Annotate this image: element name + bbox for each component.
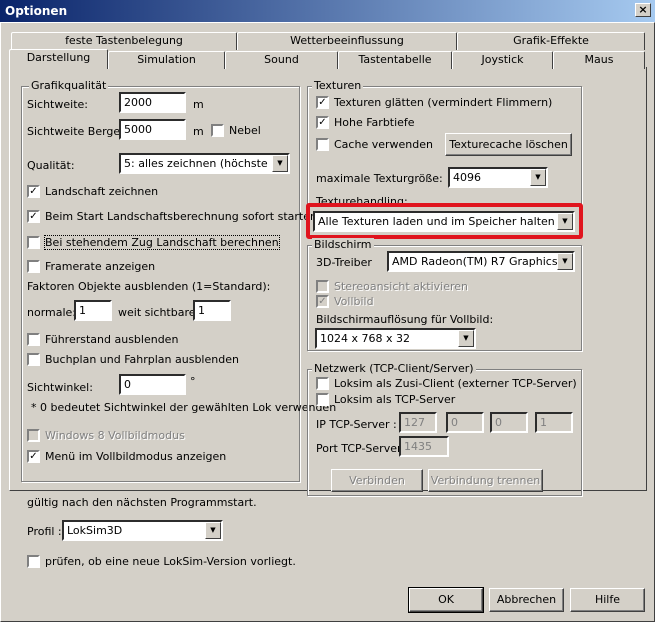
netzwerk-legend: Netzwerk (TCP-Client/Server) xyxy=(312,362,476,375)
sichtwinkel-unit: ° xyxy=(190,375,196,388)
stehend-label: Bei stehendem Zug Landschaft berechnen xyxy=(44,235,280,250)
hilfe-button[interactable]: Hilfe xyxy=(570,588,645,612)
tab-grafik-effekte[interactable]: Grafik-Effekte xyxy=(457,32,645,50)
normale-label: normale: xyxy=(27,306,77,319)
profil-label: Profil : xyxy=(27,525,62,538)
pruefen-checkbox[interactable] xyxy=(27,555,40,568)
aufl-label: Bildschirmauflösung für Vollbild: xyxy=(316,313,494,326)
qualitaet-value: 5: alles zeichnen (höchste Stufe) xyxy=(124,157,290,170)
title-bar: Optionen × xyxy=(0,0,655,22)
gueltig-note: gültig nach den nächsten Programmstart. xyxy=(27,496,257,509)
profil-value: LokSim3D xyxy=(67,524,123,537)
fuehrerstand-checkbox[interactable] xyxy=(27,333,40,346)
bildschirm-legend: Bildschirm xyxy=(312,238,374,251)
stereo-label: Stereoansicht aktivieren xyxy=(334,280,469,293)
server-label: Loksim als TCP-Server xyxy=(334,393,456,406)
chevron-down-icon[interactable]: ▼ xyxy=(272,155,288,172)
landschaft-label: Landschaft zeichnen xyxy=(45,185,159,198)
cache-checkbox[interactable] xyxy=(316,138,329,151)
beim-start-label: Beim Start Landschaftsberechnung sofort … xyxy=(45,210,317,223)
farbtiefe-label: Hohe Farbtiefe xyxy=(334,116,415,129)
aufl-value: 1024 x 768 x 32 xyxy=(320,332,410,345)
abbrechen-button[interactable]: Abbrechen xyxy=(489,588,564,612)
tab-darstellung[interactable]: Darstellung xyxy=(9,49,108,69)
chevron-down-icon[interactable]: ▼ xyxy=(530,169,546,186)
ip-octet-1[interactable]: 127 xyxy=(399,412,437,433)
window-title: Optionen xyxy=(5,4,68,18)
ip-octet-2[interactable]: 0 xyxy=(446,412,484,433)
buchplan-label: Buchplan und Fahrplan ausblenden xyxy=(45,353,239,366)
ok-button[interactable]: OK xyxy=(408,587,484,613)
verbindung-trennen-button[interactable]: Verbindung trennen xyxy=(428,469,543,492)
qualitaet-label: Qualität: xyxy=(27,159,75,172)
menue-label: Menü im Vollbildmodus anzeigen xyxy=(45,450,227,463)
sichtwinkel-input[interactable]: 0 xyxy=(119,374,186,395)
stehend-checkbox[interactable] xyxy=(27,236,40,249)
ip-octet-4[interactable]: 1 xyxy=(535,412,573,433)
texturen-legend: Texturen xyxy=(312,79,364,92)
aufloesung-select[interactable]: 1024 x 768 x 32 ▼ xyxy=(315,328,476,349)
berge-input[interactable]: 5000 xyxy=(119,119,186,140)
profil-select[interactable]: LokSim3D ▼ xyxy=(62,520,223,541)
max-label: maximale Texturgröße: xyxy=(316,172,443,185)
vollbild-checkbox[interactable]: ✓ xyxy=(316,295,329,308)
nebel-checkbox[interactable] xyxy=(211,124,224,137)
port-label: Port TCP-Server : xyxy=(316,442,409,455)
berge-unit: m xyxy=(193,125,204,138)
weit-input[interactable]: 1 xyxy=(193,300,231,321)
faktoren-label: Faktoren Objekte ausblenden (1=Standard)… xyxy=(27,280,271,293)
vollbild-label: Vollbild xyxy=(334,295,374,308)
sichtweite-input[interactable]: 2000 xyxy=(119,92,186,113)
close-button[interactable]: × xyxy=(635,3,651,17)
glaetten-checkbox[interactable]: ✓ xyxy=(316,96,329,109)
tab-feste-tastenbelegung[interactable]: feste Tastenbelegung xyxy=(11,32,237,50)
treiber-label: 3D-Treiber xyxy=(316,256,372,269)
sichtweite-unit: m xyxy=(193,98,204,111)
win8-label: Windows 8 Vollbildmodus xyxy=(45,429,185,442)
win8-checkbox[interactable] xyxy=(27,429,40,442)
treiber-value: AMD Radeon(TM) R7 Graphics xyxy=(392,255,558,268)
menue-checkbox[interactable]: ✓ xyxy=(27,450,40,463)
highlight-box xyxy=(306,203,583,239)
pruefen-label: prüfen, ob eine neue LokSim-Version vorl… xyxy=(45,555,296,568)
tab-wetterbeeinflussung[interactable]: Wetterbeeinflussung xyxy=(237,32,457,50)
texturecache-loeschen-button[interactable]: Texturecache löschen xyxy=(445,133,572,156)
glaetten-label: Texturen glätten (vermindert Flimmern) xyxy=(334,96,553,109)
qualitaet-select[interactable]: 5: alles zeichnen (höchste Stufe) ▼ xyxy=(119,153,290,174)
ip-label: IP TCP-Server : xyxy=(316,418,397,431)
port-input[interactable]: 1435 xyxy=(399,436,449,457)
framerate-label: Framerate anzeigen xyxy=(45,260,156,273)
farbtiefe-checkbox[interactable]: ✓ xyxy=(316,116,329,129)
verbinden-button[interactable]: Verbinden xyxy=(331,469,423,492)
weit-label: weit sichtbare: xyxy=(118,306,200,319)
chevron-down-icon[interactable]: ▼ xyxy=(458,330,474,347)
sichtwinkel-label: Sichtwinkel: xyxy=(27,381,93,394)
chevron-down-icon[interactable]: ▼ xyxy=(557,253,573,270)
buchplan-checkbox[interactable] xyxy=(27,353,40,366)
landschaft-checkbox[interactable]: ✓ xyxy=(27,185,40,198)
client-label: Loksim als Zusi-Client (externer TCP-Ser… xyxy=(334,377,577,390)
berge-label: Sichtweite Berge: xyxy=(27,125,124,138)
framerate-checkbox[interactable] xyxy=(27,260,40,273)
beim-start-checkbox[interactable]: ✓ xyxy=(27,210,40,223)
ip-octet-3[interactable]: 0 xyxy=(490,412,528,433)
normale-input[interactable]: 1 xyxy=(74,300,112,321)
treiber-select[interactable]: AMD Radeon(TM) R7 Graphics ▼ xyxy=(387,251,575,272)
sichtwinkel-note: * 0 bedeutet Sichtwinkel der gewählten L… xyxy=(31,401,337,414)
client-checkbox[interactable] xyxy=(316,377,329,390)
fuehrerstand-label: Führerstand ausblenden xyxy=(45,333,179,346)
server-checkbox[interactable] xyxy=(316,393,329,406)
max-texturgroesse-select[interactable]: 4096 ▼ xyxy=(448,167,548,188)
nebel-label: Nebel xyxy=(229,124,261,137)
cache-label: Cache verwenden xyxy=(334,138,433,151)
stereo-checkbox[interactable] xyxy=(316,280,329,293)
grafik-legend: Grafikqualität xyxy=(29,79,109,92)
chevron-down-icon[interactable]: ▼ xyxy=(205,522,221,539)
max-value: 4096 xyxy=(453,171,481,184)
sichtweite-label: Sichtweite: xyxy=(27,98,88,111)
